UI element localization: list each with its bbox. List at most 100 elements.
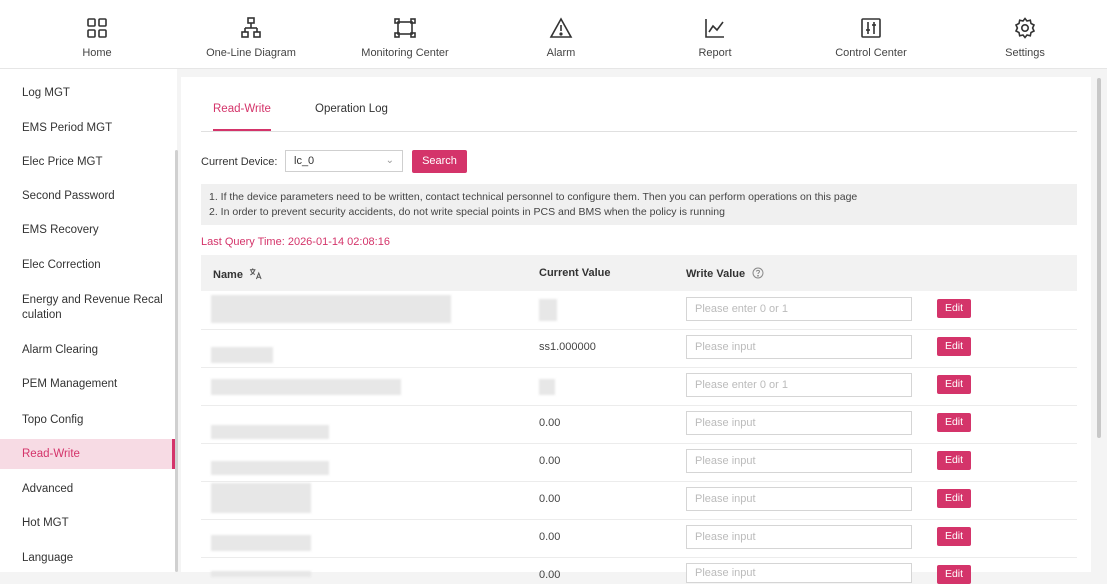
sidebar-item-label: Read-Write [22,448,80,460]
sidebar-item-label: Elec Correction [22,259,101,271]
write-value-input[interactable]: Please input [686,335,912,359]
sidebar-item-ems-recovery[interactable]: EMS Recovery [0,223,175,238]
nav-report-label: Report [698,47,732,59]
sidebar-item-energy-revenue-recalculation[interactable]: Energy and Revenue Recal culation [0,293,175,323]
sidebar-item-read-write[interactable]: Read-Write [0,439,175,469]
tab-bar: Read-Write Operation Log [201,103,1077,132]
write-value-input[interactable]: Please input [686,411,912,435]
nav-one-line-diagram-label: One-Line Diagram [206,47,296,59]
sidebar-item-topo-config[interactable]: Topo Config [0,413,175,428]
nav-settings[interactable]: Settings [970,0,1080,68]
monitoring-frame-icon [394,18,416,38]
write-value-input[interactable]: Please input [686,487,912,511]
current-value: ss1.000000 [539,341,596,353]
table-row: 0.00 Please input Edit [201,405,1077,444]
sidebar-item-label: EMS Recovery [22,224,99,236]
nav-control-center[interactable]: Control Center [816,0,926,68]
nav-home[interactable]: Home [42,0,152,68]
nav-report[interactable]: Report [660,0,770,68]
table-row: ss1.000000 Please input Edit [201,329,1077,368]
sidebar-item-label: Energy and Revenue Recal [22,294,163,306]
nav-alarm-label: Alarm [546,47,576,59]
sidebar-item-label: Alarm Clearing [22,344,99,356]
sidebar-item-label: Hot MGT [22,517,69,529]
sidebar-item-language[interactable]: Language [0,551,175,566]
one-line-diagram-icon [241,17,261,38]
edit-button[interactable]: Edit [937,337,971,356]
current-value: 0.00 [539,455,561,467]
settings-gear-icon [1014,17,1036,39]
alarm-warning-icon [549,17,573,38]
current-value-redacted [539,379,555,395]
top-navigation: Home One-Line Diagram Monitoring Center … [0,0,1107,69]
write-value-input[interactable]: Please input [686,449,912,473]
sidebar-item-label: Topo Config [22,414,84,426]
header-current-value: Current Value [539,267,611,279]
sidebar-item-label: Elec Price MGT [22,156,103,168]
main-content: Read-Write Operation Log Current Device:… [178,69,1107,584]
table-row: 0.00 Please input Edit [201,443,1077,482]
notice-line-1: 1. If the device parameters need to be w… [209,191,858,203]
tab-operation-log[interactable]: Operation Log [315,103,388,129]
notice-line-2: 2. In order to prevent security accident… [209,206,725,218]
table-row: Please enter 0 or 1 Edit [201,291,1077,330]
write-value-input[interactable]: Please enter 0 or 1 [686,373,912,397]
edit-button[interactable]: Edit [937,375,971,394]
last-query-label: Last Query Time: [201,236,285,248]
sidebar-item-elec-price-mgt[interactable]: Elec Price MGT [0,155,175,170]
edit-button[interactable]: Edit [937,527,971,546]
sidebar-item-hot-mgt[interactable]: Hot MGT [0,516,175,531]
write-value-input[interactable]: Please enter 0 or 1 [686,297,912,321]
table-row: 0.00 Please input Edit [201,519,1077,558]
name-redacted [211,295,451,323]
edit-button[interactable]: Edit [937,299,971,318]
edit-button[interactable]: Edit [937,413,971,432]
name-redacted [211,535,311,551]
current-value: 0.00 [539,569,561,581]
control-sliders-icon [861,18,881,38]
home-grid-icon [87,18,107,38]
sidebar-item-ems-period-mgt[interactable]: EMS Period MGT [0,121,175,136]
header-name-label: Name [213,269,243,281]
table-row: 0.00 Please input Edit [201,481,1077,520]
tab-read-write[interactable]: Read-Write [213,103,271,131]
nav-monitoring-center-label: Monitoring Center [361,47,449,59]
sidebar-item-label: EMS Period MGT [22,122,113,134]
edit-button[interactable]: Edit [937,565,971,584]
main-scrollbar[interactable] [1097,78,1101,438]
table-row: 0.00 Please input Edit [201,557,1077,584]
write-value-input[interactable]: Please input [686,525,912,549]
nav-alarm[interactable]: Alarm [506,0,616,68]
write-value-input[interactable]: Please input [686,563,912,583]
nav-monitoring-center[interactable]: Monitoring Center [350,0,460,68]
report-chart-icon [705,19,724,38]
sidebar-item-advanced[interactable]: Advanced [0,482,175,497]
search-button[interactable]: Search [412,150,467,173]
current-value: 0.00 [539,493,561,505]
help-circle-icon[interactable] [752,267,764,279]
table-header: Name Current Value Write Value [201,255,1077,291]
sidebar-item-log-mgt[interactable]: Log MGT [0,86,175,101]
current-value: 0.00 [539,531,561,543]
edit-button[interactable]: Edit [937,451,971,470]
edit-button[interactable]: Edit [937,489,971,508]
name-redacted [211,379,401,395]
sidebar-item-second-password[interactable]: Second Password [0,189,175,204]
nav-settings-label: Settings [1005,47,1045,59]
sidebar-item-label: Advanced [22,483,74,495]
header-name: Name [213,267,262,281]
sidebar-item-label: Language [22,552,74,564]
nav-one-line-diagram[interactable]: One-Line Diagram [196,0,306,68]
header-write-value: Write Value [686,267,764,280]
translate-icon[interactable] [249,267,262,280]
name-redacted [211,347,273,363]
device-select[interactable]: lc_0 ⌄ [285,150,403,172]
current-device-label: Current Device: [201,156,278,168]
sidebar-item-label: PEM Management [22,378,118,390]
notice-box: 1. If the device parameters need to be w… [201,184,1077,225]
sidebar-item-elec-correction[interactable]: Elec Correction [0,258,175,273]
sidebar-item-alarm-clearing[interactable]: Alarm Clearing [0,343,175,358]
sidebar-item-pem-management[interactable]: PEM Management [0,377,175,392]
name-redacted [211,461,329,475]
header-write-value-label: Write Value [686,268,746,280]
